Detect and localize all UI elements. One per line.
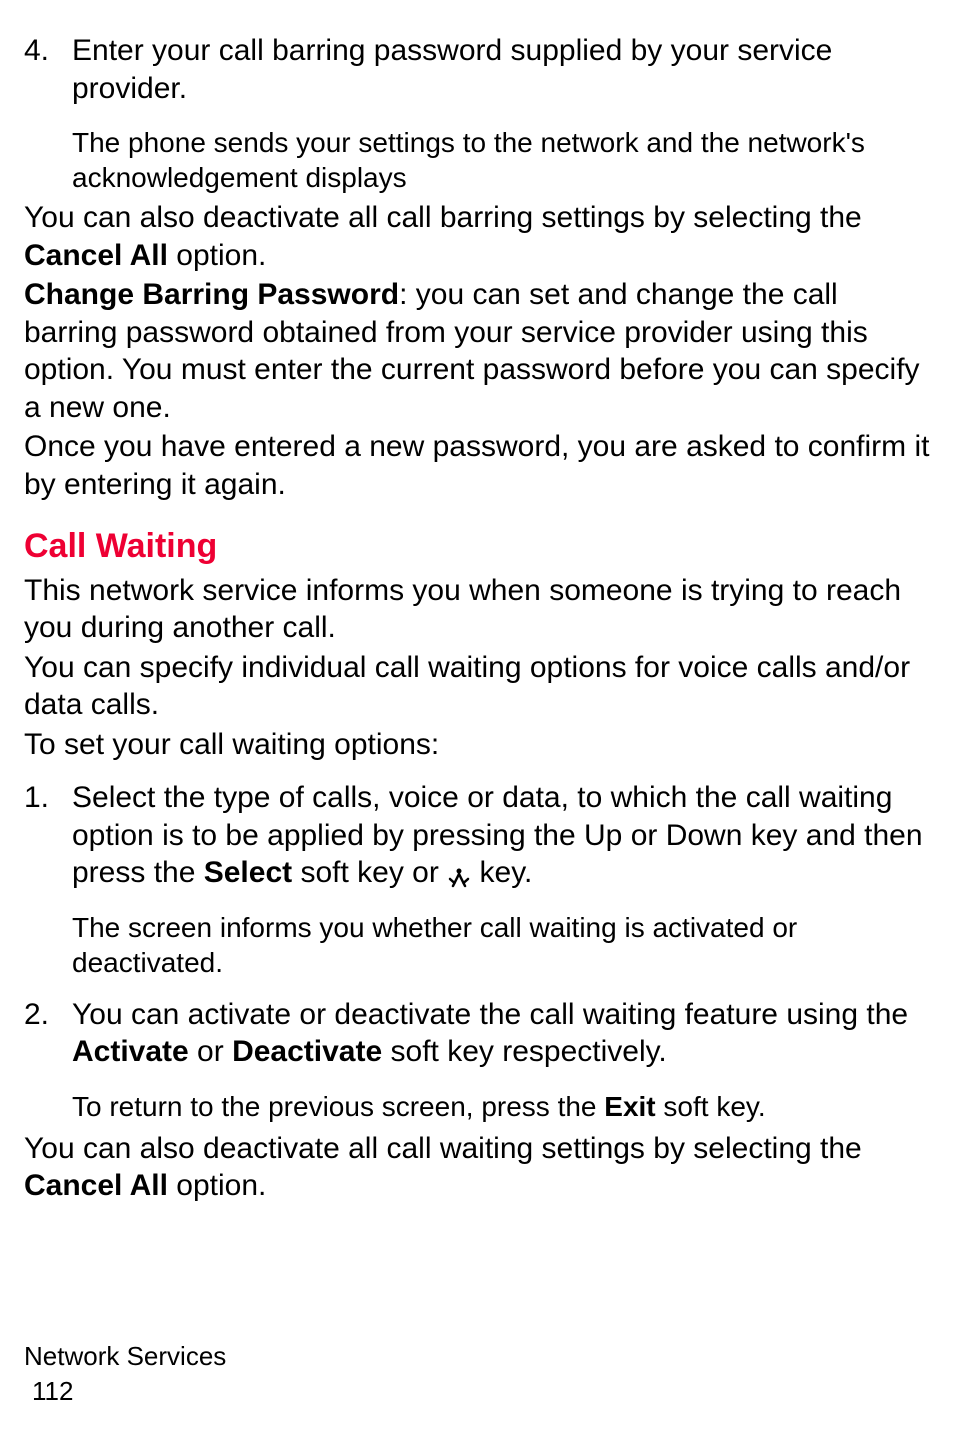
- cancel-all-label: Cancel All: [24, 1169, 168, 1202]
- change-barring-password-label: Change Barring Password: [24, 278, 399, 311]
- footer-page-number: 112: [32, 1374, 226, 1409]
- text: option.: [168, 239, 266, 272]
- select-softkey-label: Select: [204, 856, 292, 889]
- cancel-all-label: Cancel All: [24, 239, 168, 272]
- text: To return to the previous screen, press …: [72, 1091, 604, 1122]
- key-icon: [447, 862, 471, 886]
- cw-step-2: 2. You can activate or deactivate the ca…: [24, 996, 930, 1124]
- paragraph-cancel-all-barring: You can also deactivate all call barring…: [24, 199, 930, 274]
- text: soft key respectively.: [382, 1035, 667, 1068]
- cw-step-1-content: Select the type of calls, voice or data,…: [72, 779, 930, 980]
- exit-softkey-label: Exit: [604, 1091, 655, 1122]
- page-footer: Network Services 112: [24, 1339, 226, 1409]
- heading-call-waiting: Call Waiting: [24, 525, 930, 568]
- call-waiting-para-1: This network service informs you when so…: [24, 572, 930, 647]
- footer-section-name: Network Services: [24, 1339, 226, 1374]
- step-4: 4. Enter your call barring password supp…: [24, 32, 930, 195]
- paragraph-cancel-all-waiting: You can also deactivate all call waiting…: [24, 1130, 930, 1205]
- activate-softkey-label: Activate: [72, 1035, 189, 1068]
- text: soft key or: [292, 856, 447, 889]
- text: You can also deactivate all call barring…: [24, 201, 862, 234]
- call-waiting-para-3: To set your call waiting options:: [24, 726, 930, 764]
- deactivate-softkey-label: Deactivate: [232, 1035, 382, 1068]
- paragraph-change-barring-password: Change Barring Password: you can set and…: [24, 276, 930, 426]
- cw-step-2-content: You can activate or deactivate the call …: [72, 996, 930, 1124]
- cw-step-1-subtext: The screen informs you whether call wait…: [72, 910, 930, 980]
- text: or: [189, 1035, 232, 1068]
- step-4-text: Enter your call barring password supplie…: [72, 34, 832, 105]
- text: soft key.: [656, 1091, 766, 1122]
- text: key.: [471, 856, 532, 889]
- step-4-number: 4.: [24, 32, 72, 195]
- text: You can also deactivate all call waiting…: [24, 1132, 862, 1165]
- call-waiting-para-2: You can specify individual call waiting …: [24, 649, 930, 724]
- cw-step-2-subtext: To return to the previous screen, press …: [72, 1089, 930, 1124]
- text: option.: [168, 1169, 266, 1202]
- cw-step-1-number: 1.: [24, 779, 72, 980]
- step-4-subtext: The phone sends your settings to the net…: [72, 125, 930, 195]
- text: You can activate or deactivate the call …: [72, 998, 908, 1031]
- cw-step-2-number: 2.: [24, 996, 72, 1124]
- step-4-content: Enter your call barring password supplie…: [72, 32, 930, 195]
- cw-step-1: 1. Select the type of calls, voice or da…: [24, 779, 930, 980]
- paragraph-confirm-password: Once you have entered a new password, yo…: [24, 428, 930, 503]
